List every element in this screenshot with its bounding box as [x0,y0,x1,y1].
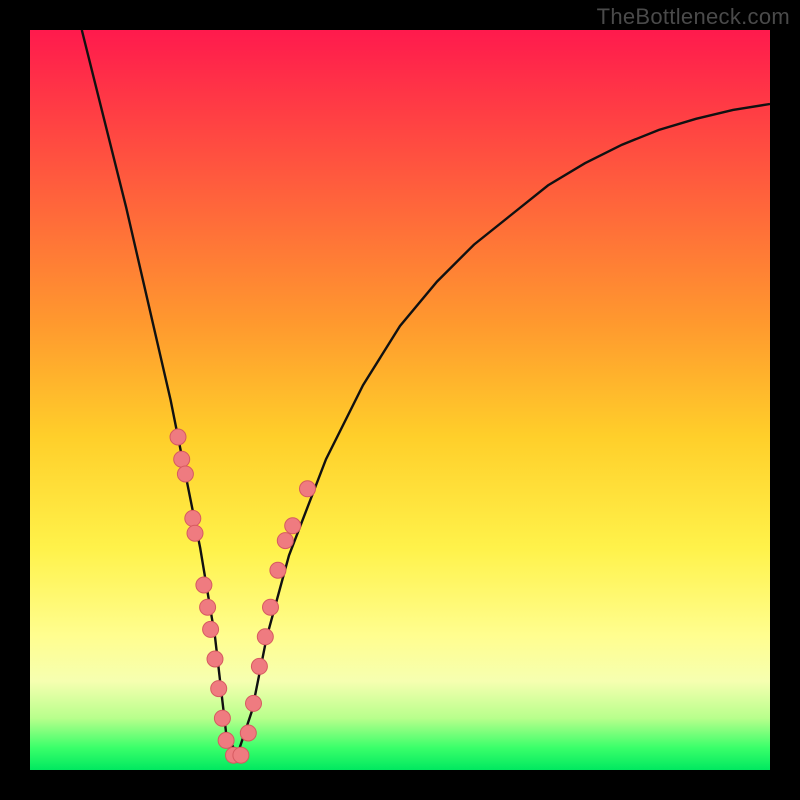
curve-marker [185,510,201,526]
watermark-text: TheBottleneck.com [597,4,790,30]
curve-marker [277,533,293,549]
curve-marker [214,710,230,726]
curve-marker [240,725,256,741]
chart-svg [30,30,770,770]
curve-marker [170,429,186,445]
chart-frame: TheBottleneck.com [0,0,800,800]
curve-marker [187,525,203,541]
curve-marker [211,681,227,697]
curve-marker [203,621,219,637]
curve-marker [218,732,234,748]
curve-marker [174,451,190,467]
curve-marker [263,599,279,615]
plot-area [30,30,770,770]
curve-marker [270,562,286,578]
curve-marker [246,695,262,711]
curve-marker [207,651,223,667]
marker-group [170,429,316,763]
curve-marker [200,599,216,615]
curve-marker [177,466,193,482]
curve-marker [300,481,316,497]
curve-marker [257,629,273,645]
curve-marker [285,518,301,534]
curve-marker [196,577,212,593]
bottleneck-curve [82,30,770,755]
curve-marker [251,658,267,674]
curve-marker [233,747,249,763]
